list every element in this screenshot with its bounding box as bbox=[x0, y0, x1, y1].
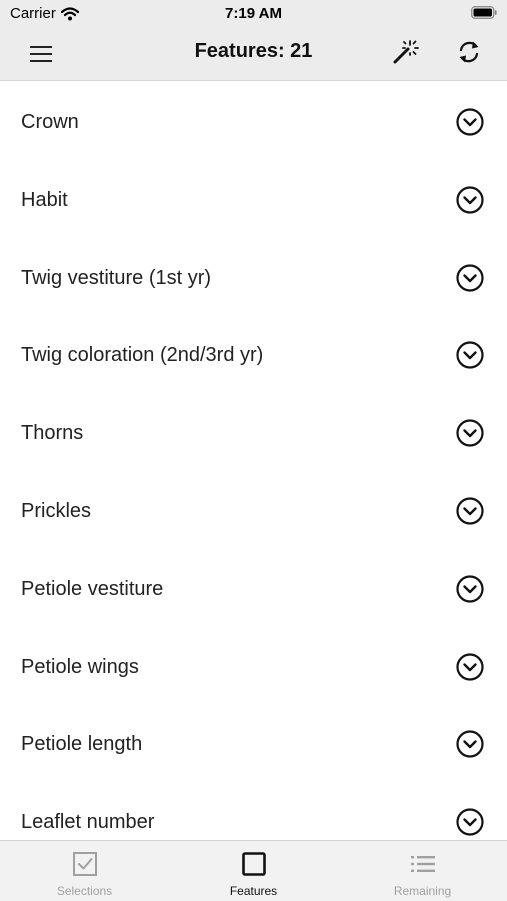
feature-row-leaflet-number[interactable]: Leaflet number bbox=[0, 781, 507, 840]
magic-wand-button[interactable] bbox=[385, 32, 425, 72]
expand-chevron-icon[interactable] bbox=[455, 263, 485, 293]
feature-row-habit[interactable]: Habit bbox=[0, 159, 507, 237]
square-icon bbox=[242, 852, 266, 876]
checkbox-icon bbox=[73, 852, 97, 876]
expand-chevron-icon[interactable] bbox=[455, 574, 485, 604]
tab-label: Selections bbox=[56, 884, 113, 898]
feature-label: Thorns bbox=[21, 422, 84, 445]
expand-chevron-icon[interactable] bbox=[455, 107, 485, 137]
battery-icon bbox=[471, 6, 497, 19]
refresh-button[interactable] bbox=[449, 32, 489, 72]
feature-label: Crown bbox=[21, 111, 79, 133]
feature-row-prickles[interactable]: Prickles bbox=[0, 470, 507, 548]
list-icon bbox=[411, 856, 435, 872]
feature-row-crown[interactable]: Crown bbox=[0, 81, 507, 159]
magic-wand-icon bbox=[393, 40, 419, 64]
feature-label: Leaflet number bbox=[21, 811, 155, 834]
feature-row-twig-coloration[interactable]: Twig coloration (2nd/3rd yr) bbox=[0, 314, 507, 392]
page-title: Features: 21 bbox=[194, 40, 313, 62]
expand-chevron-icon[interactable] bbox=[455, 185, 485, 215]
feature-label: Petiole wings bbox=[21, 655, 139, 678]
feature-label: Petiole length bbox=[21, 733, 143, 756]
feature-label: Twig coloration (2nd/3rd yr) bbox=[21, 344, 264, 367]
status-bar: Carrier 7:19 AM bbox=[0, 0, 507, 28]
refresh-icon bbox=[459, 41, 479, 63]
tab-label: Features bbox=[229, 884, 278, 898]
expand-chevron-icon[interactable] bbox=[455, 652, 485, 682]
tab-features[interactable]: Features bbox=[169, 841, 338, 901]
tab-remaining[interactable]: Remaining bbox=[338, 841, 507, 901]
expand-chevron-icon[interactable] bbox=[455, 729, 485, 759]
tab-bar: Selections Features Remaining bbox=[0, 840, 507, 901]
navigation-bar: Features: 21 bbox=[0, 28, 507, 81]
feature-row-petiole-wings[interactable]: Petiole wings bbox=[0, 626, 507, 704]
expand-chevron-icon[interactable] bbox=[455, 496, 485, 526]
feature-row-twig-vestiture[interactable]: Twig vestiture (1st yr) bbox=[0, 237, 507, 315]
feature-label: Habit bbox=[21, 188, 68, 211]
feature-label: Petiole vestiture bbox=[21, 577, 164, 600]
feature-label: Twig vestiture (1st yr) bbox=[21, 266, 212, 289]
expand-chevron-icon[interactable] bbox=[455, 340, 485, 370]
feature-label: Prickles bbox=[21, 499, 92, 522]
expand-chevron-icon[interactable] bbox=[455, 418, 485, 448]
expand-chevron-icon[interactable] bbox=[455, 807, 485, 837]
tab-label: Remaining bbox=[393, 884, 452, 898]
feature-row-petiole-vestiture[interactable]: Petiole vestiture bbox=[0, 548, 507, 626]
status-time: 7:19 AM bbox=[225, 5, 282, 22]
feature-list: Crown Habit Twig vestiture (1st yr) Twig… bbox=[0, 81, 507, 840]
feature-row-thorns[interactable]: Thorns bbox=[0, 392, 507, 470]
tab-selections[interactable]: Selections bbox=[0, 841, 169, 901]
feature-row-petiole-length[interactable]: Petiole length bbox=[0, 703, 507, 781]
